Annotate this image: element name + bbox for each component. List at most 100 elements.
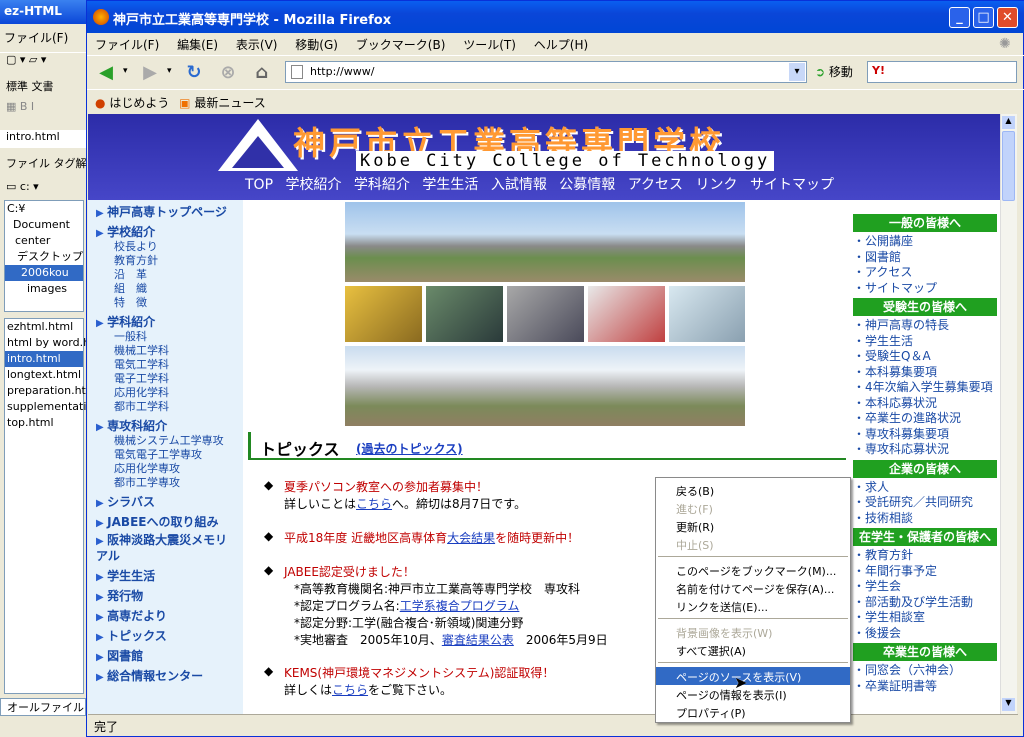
context-menu-item[interactable]: 名前を付けてページを保存(A)...: [656, 579, 850, 597]
leftnav-subitem[interactable]: 応用化学専攻: [114, 462, 243, 476]
close-button[interactable]: ✕: [997, 7, 1018, 28]
maximize-button[interactable]: □: [973, 7, 994, 28]
tab-document[interactable]: 文書: [32, 80, 54, 93]
folder-item[interactable]: デスクトップ: [5, 249, 83, 265]
rightnav-link[interactable]: 技術相談: [853, 511, 999, 527]
topnav-top[interactable]: TOP: [245, 177, 273, 193]
leftnav-subitem[interactable]: 機械システム工学専攻: [114, 434, 243, 448]
forward-arrow-icon[interactable]: ▶: [137, 60, 163, 86]
rightnav-link[interactable]: 4年次編入学生募集要項: [853, 380, 999, 396]
url-input[interactable]: http://www/: [285, 61, 807, 83]
folder-item[interactable]: center: [5, 233, 83, 249]
menu-help[interactable]: ヘルプ(H): [534, 38, 588, 52]
search-input[interactable]: Y!: [867, 61, 1017, 83]
rightnav-link[interactable]: 図書館: [853, 250, 999, 266]
leftnav-subitem[interactable]: 電気工学科: [114, 358, 243, 372]
file-item[interactable]: intro.html: [5, 351, 83, 367]
menu-bookmarks[interactable]: ブックマーク(B): [356, 38, 446, 52]
rightnav-link[interactable]: 専攻科応募状況: [853, 442, 999, 458]
file-item[interactable]: ezhtml.html: [5, 319, 83, 335]
context-menu-item[interactable]: ページの情報を表示(I): [656, 685, 850, 703]
rightnav-link[interactable]: 求人: [853, 480, 999, 496]
file-filter[interactable]: オールファイル(*.*): [0, 698, 86, 716]
leftnav-heading[interactable]: シラバス: [96, 493, 243, 510]
tab-standard[interactable]: 標準: [6, 80, 28, 93]
home-icon[interactable]: ⌂: [249, 60, 275, 86]
topnav-access[interactable]: アクセス: [628, 177, 683, 193]
rightnav-link[interactable]: 本科応募状況: [853, 396, 999, 412]
context-menu-item[interactable]: 更新(R): [656, 517, 850, 535]
file-item[interactable]: supplementatio: [5, 399, 86, 415]
leftnav-subitem[interactable]: 電気電子工学専攻: [114, 448, 243, 462]
leftnav-subitem[interactable]: 一般科: [114, 330, 243, 344]
leftnav-heading[interactable]: 専攻科紹介: [96, 417, 243, 434]
file-item[interactable]: longtext.html: [5, 367, 83, 383]
topnav-sitemap[interactable]: サイトマップ: [750, 177, 834, 193]
rightnav-link[interactable]: 神戸高専の特長: [853, 318, 999, 334]
leftnav-heading[interactable]: 総合情報センター: [96, 667, 243, 684]
context-menu-item[interactable]: 中止(S): [656, 535, 850, 553]
rightnav-link[interactable]: 学生生活: [853, 334, 999, 350]
file-item[interactable]: top.html: [5, 415, 83, 431]
context-menu-item[interactable]: 背景画像を表示(W): [656, 623, 850, 641]
leftnav-heading[interactable]: 学科紹介: [96, 313, 243, 330]
topnav-admissions[interactable]: 入試情報: [491, 177, 547, 193]
rightnav-link[interactable]: 受験生Q＆A: [853, 349, 999, 365]
vertical-scrollbar[interactable]: [1000, 114, 1017, 714]
file-item[interactable]: preparation.htm: [5, 383, 86, 399]
scroll-up-icon[interactable]: ▲: [1002, 116, 1015, 129]
rightnav-link[interactable]: 受託研究／共同研究: [853, 495, 999, 511]
topnav-departments[interactable]: 学科紹介: [354, 177, 410, 193]
rightnav-link[interactable]: アクセス: [853, 265, 999, 281]
leftnav-subitem[interactable]: 応用化学科: [114, 386, 243, 400]
topic-3-program-link[interactable]: 工学系複合プログラム: [400, 599, 520, 613]
stop-icon[interactable]: ⊗: [215, 60, 241, 86]
rightnav-link[interactable]: 公開講座: [853, 234, 999, 250]
leftnav-subitem[interactable]: 教育方針: [114, 254, 243, 268]
drive-select[interactable]: ▭ c: ▾: [0, 180, 86, 198]
minimize-button[interactable]: _: [949, 7, 970, 28]
go-button[interactable]: ➲ 移動: [815, 63, 853, 80]
leftnav-heading[interactable]: JABEEへの取り組み: [96, 513, 243, 530]
topic-2-link[interactable]: 大会結果: [447, 531, 495, 545]
topic-4-link[interactable]: こちら: [332, 683, 368, 697]
topnav-recruitment[interactable]: 公募情報: [559, 177, 615, 193]
leftnav-subitem[interactable]: 電子工学科: [114, 372, 243, 386]
menu-go[interactable]: 移動(G): [295, 38, 338, 52]
bookmark-latest-news[interactable]: 最新ニュース: [194, 96, 265, 110]
url-dropdown-icon[interactable]: ▾: [789, 63, 805, 81]
folder-item[interactable]: C:¥: [5, 201, 83, 217]
rightnav-link[interactable]: 年間行事予定: [853, 564, 999, 580]
topic-3-result-link[interactable]: 審査結果公表: [442, 633, 514, 647]
topnav-school[interactable]: 学校紹介: [285, 177, 341, 193]
past-topics-link[interactable]: (過去のトピックス): [356, 440, 463, 457]
back-arrow-icon[interactable]: ◀: [93, 60, 119, 86]
editor-file-tab[interactable]: intro.html: [0, 130, 86, 148]
menu-tools[interactable]: ツール(T): [463, 38, 516, 52]
scrollbar-thumb[interactable]: [1002, 131, 1015, 201]
file-item[interactable]: html by word.ht: [5, 335, 86, 351]
context-menu-item[interactable]: すべて選択(A): [656, 641, 850, 659]
topnav-student-life[interactable]: 学生生活: [422, 177, 478, 193]
scroll-down-icon[interactable]: ▼: [1002, 698, 1015, 711]
rightnav-link[interactable]: 学生会: [853, 579, 999, 595]
menu-view[interactable]: 表示(V): [236, 38, 278, 52]
context-menu-item[interactable]: 戻る(B): [656, 481, 850, 499]
editor-menu-file[interactable]: ファイル(F): [0, 26, 86, 46]
leftnav-subitem[interactable]: 沿 革: [114, 268, 243, 282]
rightnav-link[interactable]: 専攻科募集要項: [853, 427, 999, 443]
topnav-links[interactable]: リンク: [696, 177, 738, 193]
folder-item[interactable]: images: [5, 281, 83, 297]
context-menu-item[interactable]: 進む(F): [656, 499, 850, 517]
reload-icon[interactable]: ↻: [181, 60, 207, 86]
context-menu-item[interactable]: リンクを送信(E)...: [656, 597, 850, 615]
rightnav-link[interactable]: 同窓会（六神会）: [853, 663, 999, 679]
leftnav-heading[interactable]: 学生生活: [96, 567, 243, 584]
back-dropdown-icon[interactable]: ▾: [123, 66, 128, 76]
rightnav-link[interactable]: サイトマップ: [853, 281, 999, 297]
topic-1-link[interactable]: こちら: [356, 497, 392, 511]
context-menu-item[interactable]: プロパティ(P): [656, 703, 850, 721]
menu-file[interactable]: ファイル(F): [95, 38, 159, 52]
leftnav-heading[interactable]: 学校紹介: [96, 223, 243, 240]
leftnav-heading[interactable]: 高専だより: [96, 607, 243, 624]
